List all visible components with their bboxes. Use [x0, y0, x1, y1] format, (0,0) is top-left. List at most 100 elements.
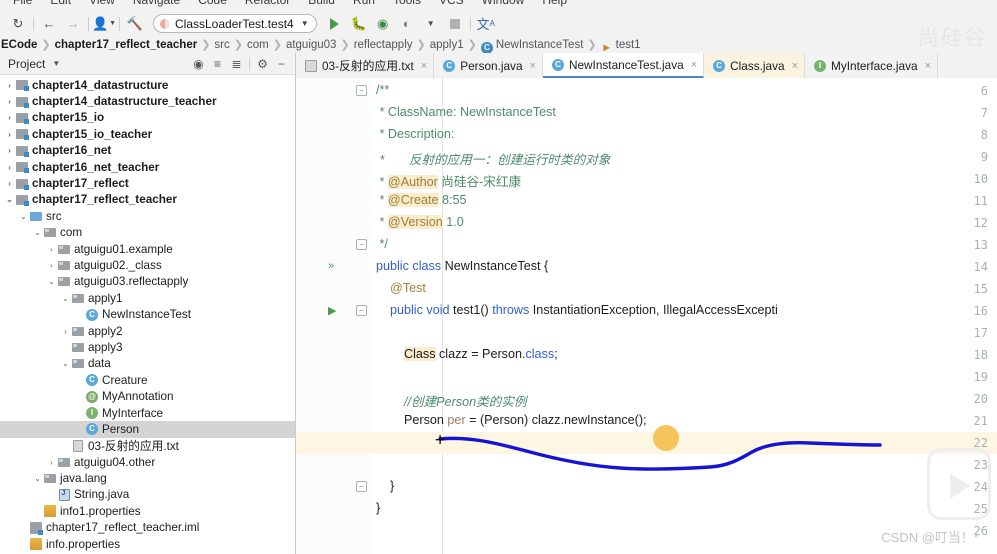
code-line[interactable]: }: [376, 479, 394, 493]
hide-icon[interactable]: −: [272, 55, 291, 73]
tree-node-info1-properties[interactable]: info1.properties: [0, 503, 295, 519]
code-line[interactable]: public void test1() throws Instantiation…: [376, 303, 778, 317]
breadcrumb-item-newinstancetest[interactable]: C NewInstanceTest: [480, 35, 583, 53]
tree-node-newinstancetest[interactable]: C NewInstanceTest: [0, 306, 295, 322]
editor-tab-person-java[interactable]: C Person.java ×: [434, 53, 543, 78]
chevron-right-icon[interactable]: ›: [4, 81, 15, 90]
arrow-right-icon[interactable]: →: [61, 14, 85, 34]
menu-item-navigate[interactable]: Navigate: [124, 0, 189, 7]
code-line[interactable]: * @Author 尚硅谷-宋红康: [376, 171, 521, 190]
tree-node-chapter17-reflect-teacher-iml[interactable]: chapter17_reflect_teacher.iml: [0, 520, 295, 536]
editor-tab-class-java[interactable]: C Class.java ×: [704, 53, 805, 78]
translate-icon[interactable]: 文A: [474, 14, 498, 34]
tree-node-info-properties[interactable]: info.properties: [0, 536, 295, 552]
chevron-down-icon[interactable]: ⌄: [32, 228, 43, 237]
chevron-down-icon[interactable]: ▼: [52, 59, 60, 68]
code-line[interactable]: * Description:: [376, 127, 454, 141]
tree-node-chapter14-datastructure-teacher[interactable]: › chapter14_datastructure_teacher: [0, 93, 295, 109]
code-line[interactable]: Class clazz = Person.class;: [376, 347, 558, 361]
menu-item-build[interactable]: Build: [299, 0, 344, 7]
editor-tab-newinstancetest-java[interactable]: C NewInstanceTest.java ×: [542, 53, 705, 78]
menu-item-view[interactable]: View: [80, 0, 124, 7]
code-line[interactable]: * ClassName: NewInstanceTest: [376, 105, 555, 119]
breadcrumb-item-reflectapply[interactable]: reflectapply: [354, 35, 413, 53]
code-line[interactable]: * @Create 8:55: [376, 193, 467, 207]
user-icon[interactable]: 👤 ▼: [92, 14, 116, 34]
breadcrumb-item-apply1[interactable]: apply1: [430, 35, 464, 53]
code-fold-toggle[interactable]: −: [356, 305, 367, 316]
settings-gear-icon[interactable]: ⚙: [253, 55, 272, 73]
tree-node-chapter16-net[interactable]: › chapter16_net: [0, 143, 295, 159]
chevron-right-icon[interactable]: ›: [4, 130, 15, 139]
gutter-run-marker[interactable]: »: [328, 260, 334, 272]
code-line[interactable]: * @Version 1.0: [376, 215, 464, 229]
close-icon[interactable]: ×: [691, 59, 697, 71]
code-editor[interactable]: 6 /** 7 * ClassName: NewInstanceTest 8 * De…: [296, 78, 997, 554]
chevron-down-icon[interactable]: ⌄: [4, 195, 15, 204]
chevron-down-icon[interactable]: ⌄: [60, 294, 71, 303]
chevron-down-icon[interactable]: ⌄: [46, 277, 57, 286]
chevron-right-icon[interactable]: ›: [60, 327, 71, 336]
profile-icon[interactable]: ◐: [395, 14, 419, 34]
code-line[interactable]: Person per = (Person) clazz.newInstance(…: [376, 413, 647, 427]
breadcrumb-item-src[interactable]: src: [214, 35, 229, 53]
tree-node-apply1[interactable]: ⌄ apply1: [0, 290, 295, 306]
run-configuration-selector[interactable]: ClassLoaderTest.test4 ▼: [153, 14, 317, 33]
editor-tab-03-txt[interactable]: 03-反射的应用.txt ×: [296, 53, 435, 78]
debug-icon[interactable]: 🐛: [347, 14, 371, 34]
close-icon[interactable]: ×: [925, 60, 931, 72]
menu-item-refactor[interactable]: Refactor: [236, 0, 299, 7]
menu-item-help[interactable]: Help: [533, 0, 576, 7]
tree-node-chapter16-net-teacher[interactable]: › chapter16_net_teacher: [0, 159, 295, 175]
menu-item-edit[interactable]: Edit: [41, 0, 80, 7]
arrow-left-icon[interactable]: ←: [37, 14, 61, 34]
code-fold-toggle[interactable]: −: [356, 85, 367, 96]
code-fold-toggle[interactable]: −: [356, 481, 367, 492]
run-with-coverage-icon[interactable]: ◉: [371, 14, 395, 34]
editor-tab-myinterface-java[interactable]: I MyInterface.java ×: [805, 53, 938, 78]
chevron-down-icon[interactable]: ⌄: [60, 359, 71, 368]
tree-node-src[interactable]: ⌄ src: [0, 208, 295, 224]
chevron-down-icon[interactable]: ⌄: [18, 212, 29, 221]
breadcrumb-item-atguigu03[interactable]: atguigu03: [286, 35, 337, 53]
chevron-right-icon[interactable]: ›: [4, 146, 15, 155]
code-line[interactable]: public class NewInstanceTest {: [376, 259, 548, 273]
breadcrumb-item-test1[interactable]: ▶ test1: [601, 35, 641, 53]
locate-icon[interactable]: ◉: [189, 55, 208, 73]
menu-item-code[interactable]: Code: [189, 0, 236, 7]
chevron-down-icon[interactable]: ⌄: [32, 474, 43, 483]
run-icon[interactable]: [323, 14, 347, 34]
chevron-right-icon[interactable]: ›: [46, 458, 57, 467]
chevron-right-icon[interactable]: ›: [4, 113, 15, 122]
tree-node-atguigu02-class[interactable]: › atguigu02._class: [0, 257, 295, 273]
tree-node-myinterface[interactable]: I MyInterface: [0, 405, 295, 421]
tree-node-com[interactable]: ⌄ com: [0, 225, 295, 241]
code-line[interactable]: //创建Person类的实例: [376, 391, 526, 410]
close-icon[interactable]: ×: [792, 60, 798, 72]
tree-node-java-lang[interactable]: ⌄ java.lang: [0, 470, 295, 486]
chevron-right-icon[interactable]: ›: [4, 163, 15, 172]
chevron-right-icon[interactable]: ›: [4, 179, 15, 188]
gutter-run-marker[interactable]: ▶: [328, 304, 336, 317]
menu-item-file[interactable]: File: [4, 0, 41, 7]
menu-item-vcs[interactable]: VCS: [430, 0, 473, 7]
chevron-right-icon[interactable]: ›: [4, 97, 15, 106]
code-line[interactable]: @Test: [376, 281, 426, 295]
collapse-all-icon[interactable]: ≣: [227, 55, 246, 73]
expand-all-icon[interactable]: ≡: [208, 55, 227, 73]
tree-node-atguigu03-reflectapply[interactable]: ⌄ atguigu03.reflectapply: [0, 274, 295, 290]
tree-node-chapter14-datastructure[interactable]: › chapter14_datastructure: [0, 77, 295, 93]
breadcrumb-item-chapter17-reflect-teacher[interactable]: chapter17_reflect_teacher: [55, 35, 198, 53]
tree-node-atguigu01-example[interactable]: › atguigu01.example: [0, 241, 295, 257]
tree-node-myannotation[interactable]: @ MyAnnotation: [0, 388, 295, 404]
tree-node-chapter17-reflect[interactable]: › chapter17_reflect: [0, 175, 295, 191]
tree-node-atguigu04-other[interactable]: › atguigu04.other: [0, 454, 295, 470]
tree-node-chapter15-io[interactable]: › chapter15_io: [0, 110, 295, 126]
project-tree[interactable]: › chapter14_datastructure › chapter14_datas…: [0, 75, 295, 554]
breadcrumb-item-com[interactable]: com: [247, 35, 269, 53]
close-icon[interactable]: ×: [530, 60, 536, 72]
tree-node-data[interactable]: ⌄ data: [0, 356, 295, 372]
tree-node-person[interactable]: C Person: [0, 421, 295, 438]
tree-node-string-java[interactable]: String.java: [0, 487, 295, 503]
code-line[interactable]: */: [376, 237, 387, 251]
